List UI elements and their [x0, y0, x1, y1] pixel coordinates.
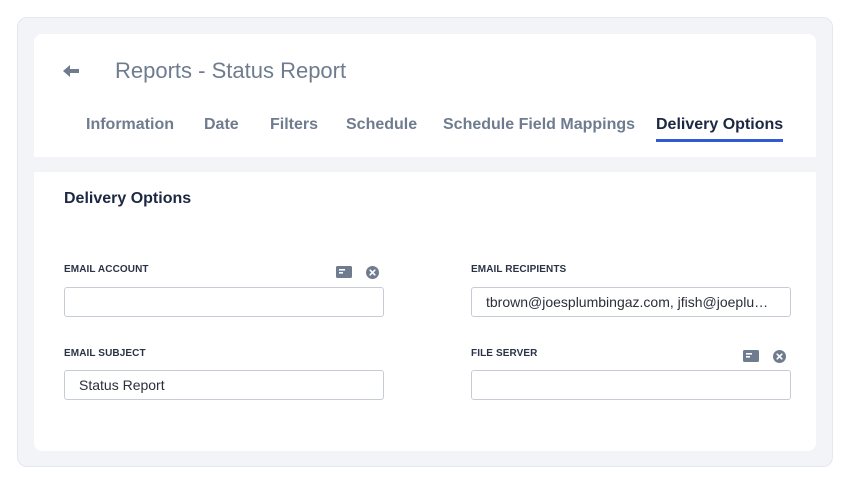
section-title: Delivery Options — [64, 190, 192, 207]
email-subject-label: EMAIL SUBJECT — [64, 348, 146, 359]
tab-schedule-field-mappings[interactable]: Schedule Field Mappings — [443, 116, 635, 134]
tab-information[interactable]: Information — [86, 116, 174, 134]
page-title: Reports - Status Report — [115, 58, 347, 83]
tab-schedule[interactable]: Schedule — [346, 116, 417, 134]
file-server-card-icon[interactable] — [743, 350, 759, 362]
email-account-label: EMAIL ACCOUNT — [64, 264, 149, 275]
file-server-input[interactable] — [471, 370, 791, 400]
file-server-label: FILE SERVER — [471, 348, 538, 359]
back-arrow-icon[interactable] — [62, 64, 80, 78]
file-server-clear-icon[interactable] — [773, 350, 786, 363]
active-tab-indicator — [656, 139, 783, 142]
email-recipients-label: EMAIL RECIPIENTS — [471, 264, 567, 275]
tab-date[interactable]: Date — [204, 116, 239, 134]
email-recipients-input[interactable]: tbrown@joesplumbingaz.com, jfish@joeplu… — [471, 287, 791, 317]
tab-filters[interactable]: Filters — [270, 116, 318, 134]
email-account-clear-icon[interactable] — [366, 266, 379, 279]
email-account-card-icon[interactable] — [336, 266, 352, 278]
email-account-input[interactable] — [64, 287, 384, 317]
tab-delivery-options[interactable]: Delivery Options — [656, 116, 783, 134]
email-subject-input[interactable]: Status Report — [64, 370, 384, 400]
